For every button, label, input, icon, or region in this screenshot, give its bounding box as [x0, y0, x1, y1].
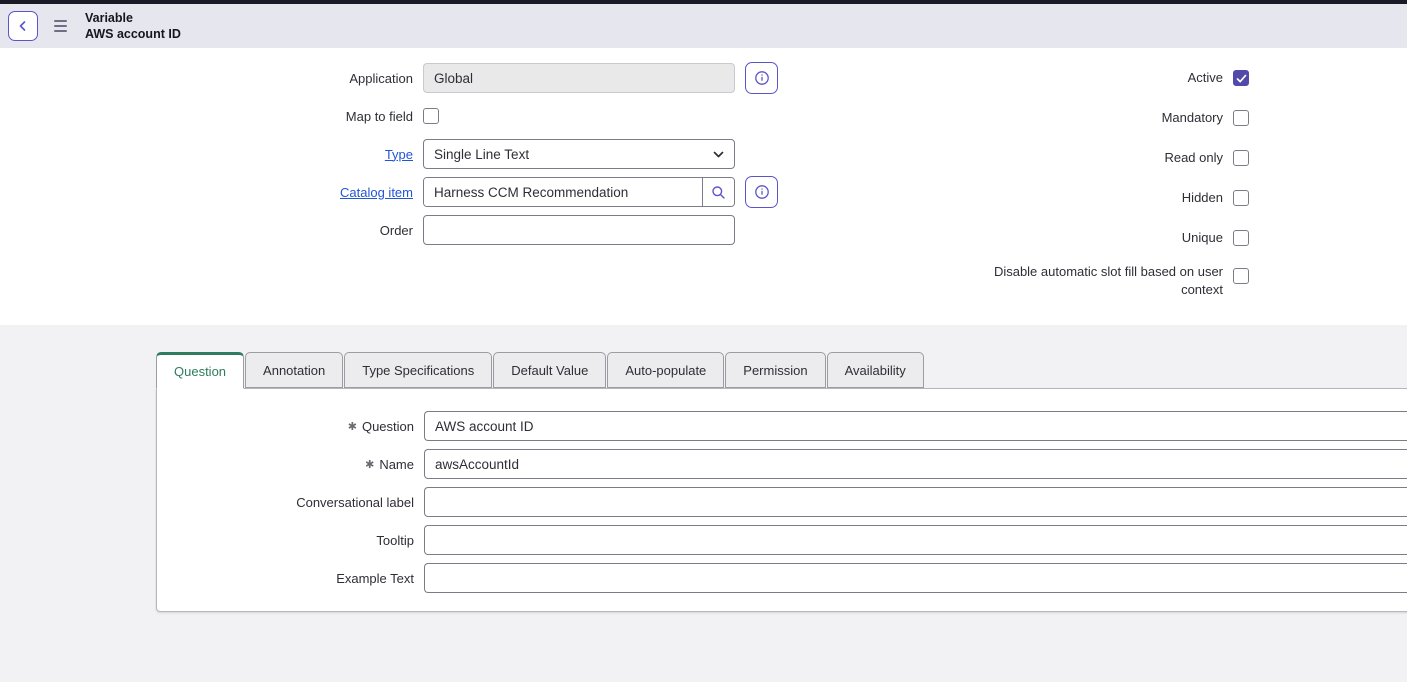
mandatory-row: Mandatory [800, 103, 1407, 133]
tooltip-input[interactable] [424, 525, 1407, 555]
mandatory-asterisk-icon [348, 419, 362, 434]
unique-label: Unique [800, 229, 1233, 247]
example-text-input[interactable] [424, 563, 1407, 593]
conversational-label-input[interactable] [424, 487, 1407, 517]
record-name-label: AWS account ID [85, 26, 181, 42]
order-input[interactable] [423, 215, 735, 245]
conversational-label-label: Conversational label [157, 495, 424, 510]
map-to-field-row: Map to field [0, 101, 800, 131]
example-text-row: Example Text [157, 563, 1407, 593]
unique-checkbox[interactable] [1233, 230, 1249, 246]
name-input[interactable] [424, 449, 1407, 479]
info-icon [754, 184, 770, 200]
active-checkbox[interactable] [1233, 70, 1249, 86]
application-label: Application [0, 71, 423, 86]
hidden-row: Hidden [800, 183, 1407, 213]
chevron-down-icon [712, 148, 725, 161]
name-row: Name [157, 449, 1407, 479]
variable-form-page: Variable AWS account ID Application Map … [0, 0, 1407, 682]
back-button[interactable] [8, 11, 38, 41]
question-label: Question [362, 419, 414, 434]
tab-permission[interactable]: Permission [725, 352, 825, 388]
mandatory-label: Mandatory [800, 109, 1233, 127]
tab-default-value[interactable]: Default Value [493, 352, 606, 388]
question-input[interactable] [424, 411, 1407, 441]
search-icon [711, 185, 726, 200]
tooltip-label: Tooltip [157, 533, 424, 548]
form-left-column: Application Map to field Type Single Lin… [0, 63, 800, 325]
tab-strip: Question Annotation Type Specifications … [156, 352, 1407, 388]
chevron-left-icon [17, 20, 29, 32]
record-title: Variable AWS account ID [85, 10, 181, 42]
form-right-column: Active Mandatory Read only Hidden [800, 63, 1407, 325]
map-to-field-label: Map to field [0, 109, 423, 124]
name-label: Name [379, 457, 414, 472]
example-text-label: Example Text [157, 571, 424, 586]
application-row: Application [0, 63, 800, 93]
disable-slot-fill-row: Disable automatic slot fill based on use… [800, 263, 1407, 299]
hidden-label: Hidden [800, 189, 1233, 207]
mandatory-asterisk-icon [365, 457, 379, 472]
tab-type-specifications[interactable]: Type Specifications [344, 352, 492, 388]
type-label-link[interactable]: Type [385, 147, 413, 162]
info-icon [754, 70, 770, 86]
disable-slot-fill-label: Disable automatic slot fill based on use… [975, 263, 1223, 299]
map-to-field-checkbox[interactable] [423, 108, 439, 124]
question-tab-panel: Question Name Conversational label Toolt… [156, 388, 1407, 612]
catalog-item-row: Catalog item [0, 177, 800, 207]
application-input[interactable] [423, 63, 735, 93]
type-row: Type Single Line Text [0, 139, 800, 169]
catalog-item-info-button[interactable] [745, 176, 778, 208]
read-only-row: Read only [800, 143, 1407, 173]
tabs-section: Question Annotation Type Specifications … [0, 325, 1407, 682]
tab-availability[interactable]: Availability [827, 352, 924, 388]
menu-icon[interactable] [52, 16, 69, 36]
tab-question[interactable]: Question [156, 352, 244, 389]
mandatory-checkbox[interactable] [1233, 110, 1249, 126]
active-row: Active [800, 63, 1407, 93]
order-row: Order [0, 215, 800, 245]
record-header: Variable AWS account ID [0, 4, 1407, 48]
catalog-item-label-link[interactable]: Catalog item [340, 185, 413, 200]
unique-row: Unique [800, 223, 1407, 253]
catalog-item-input[interactable] [424, 178, 702, 206]
conversational-label-row: Conversational label [157, 487, 1407, 517]
form-top-section: Application Map to field Type Single Lin… [0, 48, 1407, 325]
type-select[interactable]: Single Line Text [423, 139, 735, 169]
application-info-button[interactable] [745, 62, 778, 94]
hidden-checkbox[interactable] [1233, 190, 1249, 206]
type-selected-value: Single Line Text [434, 147, 712, 162]
tooltip-row: Tooltip [157, 525, 1407, 555]
disable-slot-fill-checkbox[interactable] [1233, 268, 1249, 284]
catalog-item-search-button[interactable] [702, 178, 734, 206]
active-label: Active [800, 69, 1233, 87]
tab-auto-populate[interactable]: Auto-populate [607, 352, 724, 388]
question-row: Question [157, 411, 1407, 441]
read-only-checkbox[interactable] [1233, 150, 1249, 166]
order-label: Order [0, 223, 423, 238]
read-only-label: Read only [800, 149, 1233, 167]
record-type-label: Variable [85, 10, 181, 26]
tab-annotation[interactable]: Annotation [245, 352, 343, 388]
catalog-item-lookup [423, 177, 735, 207]
